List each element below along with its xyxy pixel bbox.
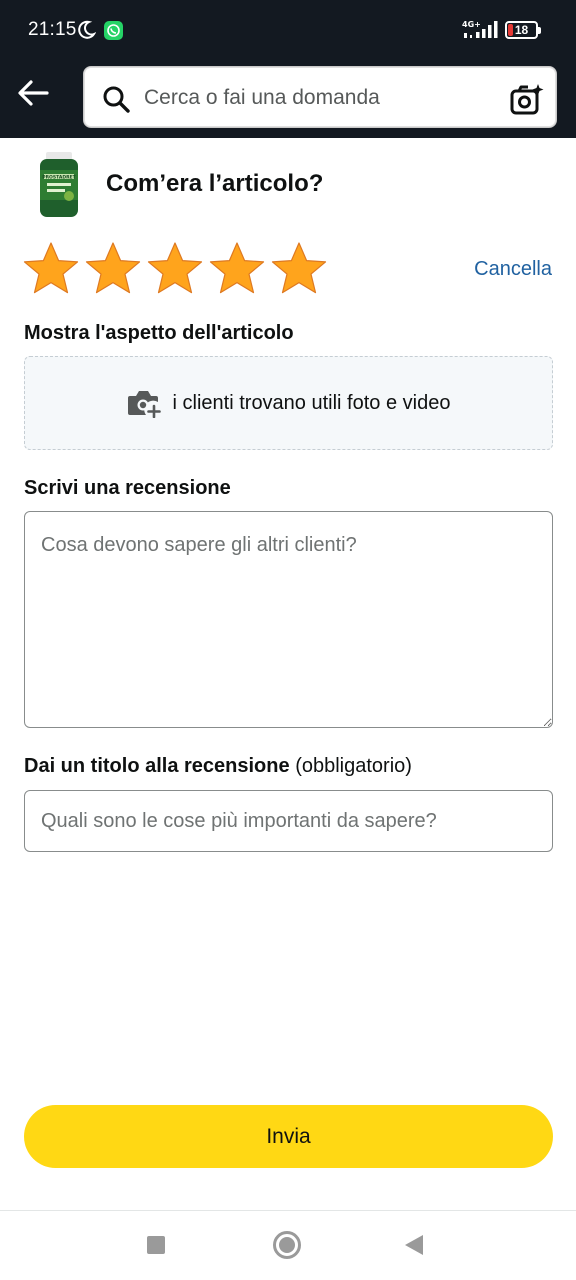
search-icon <box>103 86 130 113</box>
system-back-button[interactable] <box>405 1235 423 1255</box>
required-label: (obbligatorio) <box>295 755 412 777</box>
signal-icon: 4G+ <box>462 20 498 38</box>
svg-text:4G+: 4G+ <box>462 20 481 29</box>
battery-icon: 18 <box>505 21 541 39</box>
header <box>0 60 576 138</box>
star-4-icon[interactable] <box>208 240 266 298</box>
media-upload-area[interactable]: i clienti trovano utili foto e video <box>24 356 553 450</box>
search-input[interactable] <box>144 77 494 119</box>
review-textarea[interactable] <box>24 511 553 728</box>
star-2-icon[interactable] <box>84 240 142 298</box>
clear-rating-link[interactable]: Cancella <box>474 258 552 281</box>
star-1-icon[interactable] <box>22 240 80 298</box>
title-section-label: Dai un titolo alla recensione (obbligato… <box>24 755 412 778</box>
star-5-icon[interactable] <box>270 240 328 298</box>
camera-search-icon[interactable] <box>510 82 544 116</box>
review-section-label: Scrivi una recensione <box>24 477 231 499</box>
back-button[interactable] <box>14 74 52 112</box>
recents-button[interactable] <box>147 1236 165 1254</box>
submit-button[interactable]: Invia <box>24 1105 553 1168</box>
system-nav-bar <box>0 1210 576 1280</box>
arrow-left-icon <box>18 80 49 106</box>
title-section-label-text: Dai un titolo alla recensione <box>24 755 290 777</box>
media-section-label: Mostra l'aspetto dell'articolo <box>24 322 294 344</box>
star-rating[interactable] <box>22 240 328 298</box>
whatsapp-icon <box>104 21 123 40</box>
status-bar: 21:15 4G+ 18 <box>0 0 576 60</box>
media-upload-text: i clienti trovano utili foto e video <box>172 391 451 414</box>
star-3-icon[interactable] <box>146 240 204 298</box>
review-title-input[interactable] <box>24 790 553 852</box>
home-button[interactable] <box>273 1231 301 1259</box>
product-thumbnail: PROSTADRET <box>40 152 78 217</box>
search-box[interactable] <box>83 66 557 128</box>
moon-icon <box>78 20 96 39</box>
add-photo-icon <box>127 391 161 418</box>
page-title: Com’era l’articolo? <box>106 170 324 197</box>
status-time: 21:15 <box>28 19 77 40</box>
battery-level: 18 <box>514 23 529 37</box>
svg-text:PROSTADRET: PROSTADRET <box>42 175 76 181</box>
